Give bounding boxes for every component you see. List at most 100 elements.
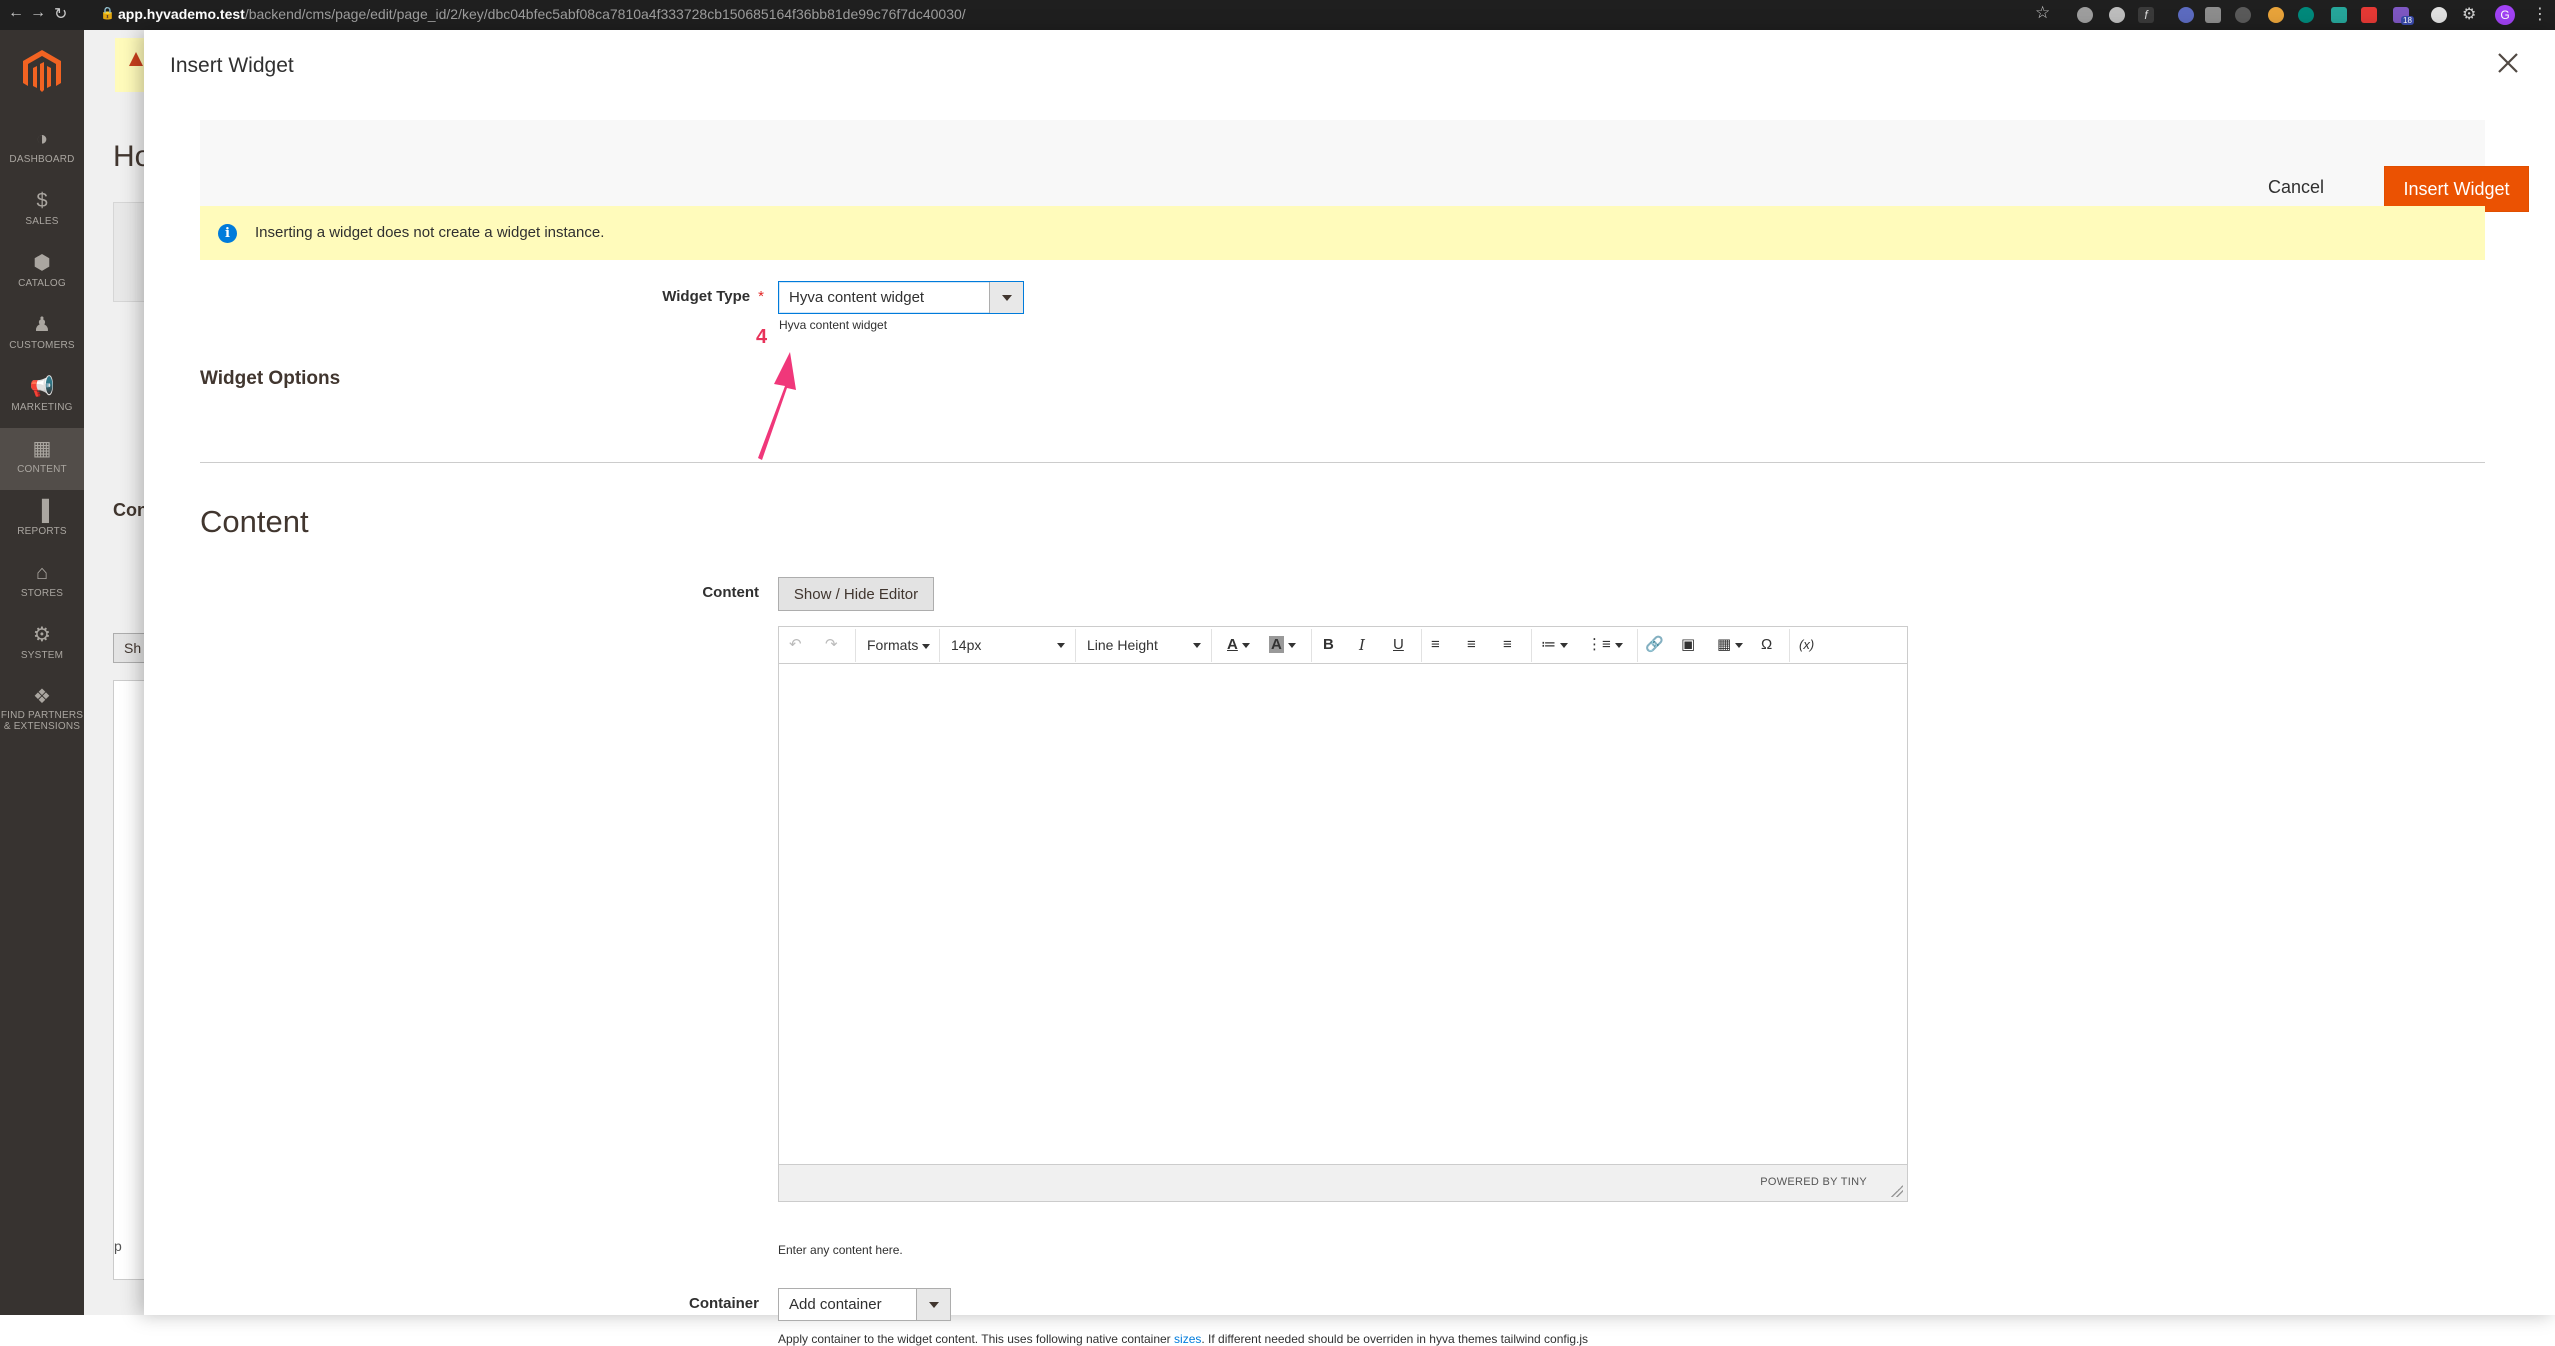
sidebar-item-label: SYSTEM bbox=[20, 650, 64, 661]
more-menu-icon[interactable]: ⋮ bbox=[2532, 4, 2548, 24]
editor-toolbar: ↶ ↷ Formats 14px Line Height A A B I U ≡… bbox=[779, 627, 1907, 664]
editor-content-area[interactable] bbox=[779, 665, 1907, 1162]
sidebar-item-stores[interactable]: ⌂ STORES bbox=[0, 552, 84, 614]
extension-icon[interactable] bbox=[2205, 7, 2221, 23]
annotation-number: 4 bbox=[756, 326, 768, 348]
sidebar-item-label: REPORTS bbox=[17, 526, 67, 537]
lock-icon: 🔒 bbox=[100, 6, 115, 20]
sidebar-item-marketing[interactable]: 📢 MARKETING bbox=[0, 366, 84, 428]
redo-icon[interactable]: ↷ bbox=[825, 633, 838, 657]
store-icon: ⌂ bbox=[35, 562, 49, 584]
undo-icon[interactable]: ↶ bbox=[789, 633, 802, 657]
line-height-dropdown[interactable]: Line Height bbox=[1087, 633, 1205, 657]
editor-statusbar: POWERED BY TINY bbox=[779, 1164, 1907, 1201]
admin-sidebar: ◑ DASHBOARD $ SALES ⬢ CATALOG ♟ CUSTOMER… bbox=[0, 30, 84, 1315]
notice-message: Inserting a widget does not create a wid… bbox=[255, 224, 605, 241]
sidebar-item-catalog[interactable]: ⬢ CATALOG bbox=[0, 242, 84, 304]
bullet-list-icon[interactable]: ⋮≡ bbox=[1587, 633, 1623, 657]
underline-icon[interactable]: U bbox=[1393, 633, 1404, 657]
insert-widget-modal: Insert Widget Cancel Insert Widget i Ins… bbox=[144, 30, 2555, 1346]
wysiwyg-editor: ↶ ↷ Formats 14px Line Height A A B I U ≡… bbox=[778, 626, 1908, 1202]
table-icon[interactable]: ▦ bbox=[1717, 633, 1744, 657]
extension-badge: 18 bbox=[2401, 16, 2414, 25]
partners-icon: ❖ bbox=[33, 686, 51, 708]
container-label: Container bbox=[688, 1295, 759, 1312]
chevron-down-icon bbox=[989, 282, 1023, 313]
box-icon: ⬢ bbox=[33, 252, 51, 274]
variable-icon[interactable]: (x) bbox=[1799, 633, 1814, 657]
container-select[interactable]: Add container bbox=[778, 1288, 951, 1321]
resize-handle-icon[interactable] bbox=[1891, 1185, 1903, 1197]
profile-avatar[interactable]: G bbox=[2495, 5, 2515, 25]
align-right-icon[interactable]: ≡ bbox=[1503, 633, 1512, 657]
widget-type-value: Hyva content widget bbox=[789, 289, 925, 306]
extension-icon[interactable] bbox=[2077, 7, 2093, 23]
italic-icon[interactable]: I bbox=[1359, 633, 1365, 657]
sidebar-item-sales[interactable]: $ SALES bbox=[0, 180, 84, 242]
sidebar-item-dashboard[interactable]: ◑ DASHBOARD bbox=[0, 118, 84, 180]
sidebar-item-system[interactable]: ⚙ SYSTEM bbox=[0, 614, 84, 676]
bold-icon[interactable]: B bbox=[1323, 633, 1334, 657]
toolbar-separator bbox=[1211, 629, 1212, 662]
cancel-button[interactable]: Cancel bbox=[2268, 177, 2324, 198]
background-color-icon[interactable]: A bbox=[1269, 633, 1296, 657]
section-heading: Con bbox=[113, 500, 148, 520]
extension-icon[interactable]: f bbox=[2138, 7, 2154, 23]
link-icon[interactable]: 🔗 bbox=[1645, 633, 1664, 657]
sidebar-item-content[interactable]: ▦ CONTENT bbox=[0, 428, 84, 490]
sidebar-item-label: DASHBOARD bbox=[9, 154, 75, 165]
widget-options-heading: Widget Options bbox=[200, 368, 341, 389]
extension-icon[interactable]: 18 bbox=[2393, 7, 2414, 25]
bookmark-star-icon[interactable]: ☆ bbox=[2035, 3, 2050, 23]
annotation-arrow-icon bbox=[758, 352, 796, 460]
reload-icon[interactable]: ↻ bbox=[54, 4, 67, 24]
align-left-icon[interactable]: ≡ bbox=[1431, 633, 1440, 657]
special-character-icon[interactable]: Ω bbox=[1761, 633, 1772, 657]
section-divider bbox=[200, 462, 2485, 463]
megaphone-icon: 📢 bbox=[29, 376, 55, 398]
sidebar-item-label: CUSTOMERS bbox=[9, 340, 75, 351]
extension-icon[interactable] bbox=[2361, 7, 2377, 23]
sidebar-item-reports[interactable]: ▐ REPORTS bbox=[0, 490, 84, 552]
widget-type-label: Widget Type * bbox=[662, 288, 764, 305]
extension-icon[interactable] bbox=[2298, 7, 2314, 23]
extension-icon[interactable] bbox=[2431, 7, 2447, 23]
editor-path: p bbox=[114, 1238, 122, 1254]
container-value: Add container bbox=[789, 1296, 882, 1313]
toolbar-separator bbox=[1421, 629, 1422, 662]
address-bar[interactable]: 🔒 app.hyvademo.test/backend/cms/page/edi… bbox=[100, 3, 2030, 27]
magento-logo-icon[interactable] bbox=[19, 48, 65, 94]
extension-icon[interactable] bbox=[2178, 7, 2194, 23]
content-section-heading: Content bbox=[200, 504, 309, 539]
info-icon: i bbox=[218, 224, 237, 243]
close-icon[interactable] bbox=[2493, 48, 2523, 78]
person-icon: ♟ bbox=[33, 314, 51, 336]
puzzle-icon[interactable]: ⚙ bbox=[2462, 7, 2478, 23]
toolbar-separator bbox=[1075, 629, 1076, 662]
show-hide-editor-button[interactable]: Show / Hide Editor bbox=[778, 577, 934, 611]
formats-dropdown[interactable]: Formats bbox=[867, 633, 931, 657]
content-note: Enter any content here. bbox=[778, 1243, 903, 1257]
sidebar-item-find-partners[interactable]: ❖ FIND PARTNERS & EXTENSIONS bbox=[0, 676, 84, 748]
sizes-link[interactable]: sizes bbox=[1174, 1332, 1201, 1346]
toolbar-separator bbox=[1789, 629, 1790, 662]
extension-icon[interactable] bbox=[2109, 7, 2125, 23]
extension-icon[interactable] bbox=[2331, 7, 2347, 23]
powered-by-label[interactable]: POWERED BY TINY bbox=[1760, 1176, 1867, 1188]
image-icon[interactable]: ▣ bbox=[1681, 633, 1695, 657]
extension-icon[interactable] bbox=[2268, 7, 2284, 23]
toolbar-separator bbox=[1311, 629, 1312, 662]
toolbar-separator bbox=[1637, 629, 1638, 662]
widget-type-note: Hyva content widget bbox=[779, 318, 888, 332]
align-center-icon[interactable]: ≡ bbox=[1467, 633, 1476, 657]
widget-type-select[interactable]: Hyva content widget bbox=[778, 281, 1024, 314]
modal-title: Insert Widget bbox=[170, 54, 294, 77]
sidebar-item-customers[interactable]: ♟ CUSTOMERS bbox=[0, 304, 84, 366]
back-arrow-icon[interactable]: ← bbox=[8, 4, 24, 22]
font-size-dropdown[interactable]: 14px bbox=[951, 633, 1069, 657]
text-color-icon[interactable]: A bbox=[1227, 633, 1250, 657]
numbered-list-icon[interactable]: ≔ bbox=[1541, 633, 1568, 657]
forward-arrow-icon[interactable]: → bbox=[30, 4, 46, 22]
gear-icon: ⚙ bbox=[33, 624, 51, 646]
extension-icon[interactable] bbox=[2235, 7, 2251, 23]
